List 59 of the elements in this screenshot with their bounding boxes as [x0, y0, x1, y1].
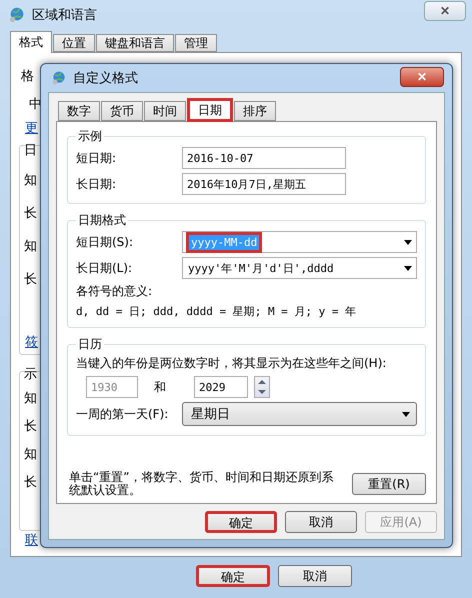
group-label-fragment: 日 — [24, 142, 37, 159]
format-combo[interactable]: yyyy'年'M'月'd'日',dddd — [182, 257, 417, 279]
ok-button[interactable]: 确定 — [196, 565, 270, 587]
link-fragment[interactable]: 更 — [25, 119, 38, 137]
tab[interactable]: 货币 — [101, 101, 143, 121]
field-label: 长日期: — [76, 176, 118, 192]
ok-button[interactable]: 确定 — [205, 511, 277, 533]
field-label: 短日期: — [76, 150, 118, 166]
legend-title: 各符号的意义: — [76, 283, 154, 300]
caret-icon — [404, 240, 412, 244]
group-title: 日历 — [77, 336, 103, 353]
and-label: 和 — [153, 378, 167, 396]
example-field: 2016年10月7日,星期五 — [182, 173, 346, 195]
label-fragment: 长 — [24, 205, 37, 222]
legend-text: d, dd = 日; ddd, dddd = 星期; M = 月; y = 年 — [76, 304, 358, 319]
label-fragment: 知 — [24, 446, 37, 463]
combo-fragment[interactable]: 中 — [29, 95, 42, 113]
close-button[interactable]: ✕ — [424, 1, 466, 21]
label-fragment: 格 — [21, 68, 34, 85]
cancel-button[interactable]: 取消 — [278, 565, 352, 587]
combo-value: yyyy-MM-dd — [186, 232, 262, 252]
label-fragment: 知 — [24, 390, 37, 407]
from-year-field: 1930 — [86, 376, 138, 398]
globe-icon — [51, 70, 67, 86]
combo-value: yyyy'年'M'月'd'日',dddd — [187, 260, 335, 276]
link-fragment[interactable]: 筱 — [25, 333, 38, 351]
dialog-title: 自定义格式 — [73, 70, 138, 87]
tab[interactable]: 排序 — [234, 101, 276, 121]
link-fragment[interactable]: 联 — [25, 531, 38, 549]
label-fragment: 知 — [24, 238, 37, 255]
example-field: 2016-10-07 — [182, 147, 346, 169]
to-year-field[interactable]: 2029 — [194, 376, 248, 398]
tab[interactable]: 时间 — [144, 101, 186, 121]
range-label: 当键入的年份是两位数字时，将其显示为在这些年之间(H): — [76, 355, 388, 372]
reset-description: 单击“重置”，将数字、货币、时间和日期还原到系统默认设置。 — [69, 471, 334, 497]
tab[interactable]: 键盘和语言 — [96, 34, 174, 52]
field-label: 短日期(S): — [76, 234, 134, 250]
label-fragment: 长 — [24, 271, 37, 288]
caret-icon — [404, 266, 412, 270]
label-fragment: 长 — [24, 474, 37, 491]
tab[interactable]: 格式 — [10, 31, 52, 53]
field-label: 一周的第一天(F): — [76, 406, 170, 422]
label-fragment: 知 — [24, 172, 37, 189]
group-label-fragment: 示 — [24, 366, 37, 383]
group-title: 日期格式 — [77, 212, 127, 229]
cancel-button[interactable]: 取消 — [285, 511, 357, 533]
reset-button[interactable]: 重置(R) — [352, 473, 426, 495]
spinner-icon[interactable] — [254, 376, 270, 398]
tab[interactable]: 日期 — [187, 98, 233, 122]
caret-icon — [402, 412, 410, 416]
first-day-select[interactable]: 星期日 — [182, 402, 417, 426]
tab[interactable]: 数字 — [58, 101, 100, 121]
tab[interactable]: 位置 — [53, 34, 95, 52]
tab[interactable]: 管理 — [175, 34, 217, 52]
globe-icon — [8, 6, 26, 24]
group-title: 示例 — [77, 128, 103, 145]
label-fragment: 长 — [24, 418, 37, 435]
window-title: 区域和语言 — [32, 7, 97, 24]
field-label: 长日期(L): — [76, 260, 134, 276]
